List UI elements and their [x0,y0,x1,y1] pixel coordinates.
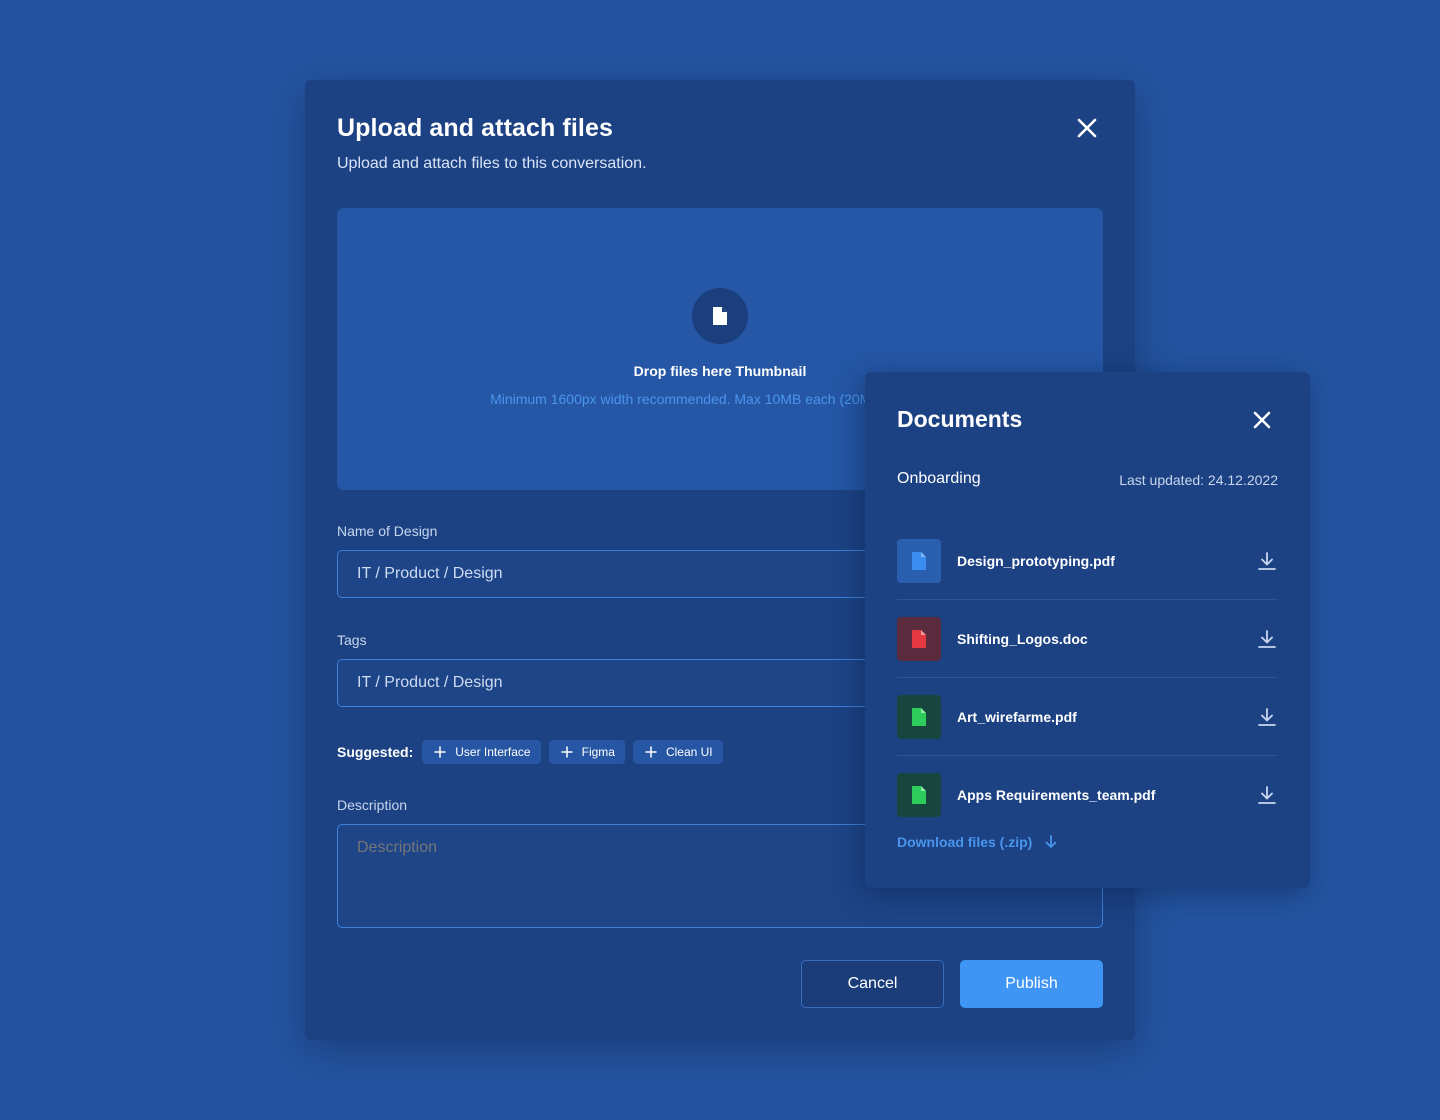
file-icon [713,307,727,325]
document-list: Design_prototyping.pdf Shifting_Logos.do… [897,522,1278,834]
file-icon [912,551,926,570]
document-name: Design_prototyping.pdf [957,552,1115,569]
file-thumb [897,773,941,817]
plus-icon [434,746,446,758]
file-thumb [897,694,941,739]
documents-panel: Documents Onboarding Last updated: 24.12… [865,372,1310,888]
plus-icon [645,746,657,758]
file-icon [912,707,926,726]
document-name: Shifting_Logos.doc [957,630,1088,647]
modal-subtitle: Upload and attach files to this conversa… [337,155,647,172]
suggested-chip-user-interface[interactable]: User Interface [422,740,541,764]
download-icon[interactable] [1256,784,1278,806]
dropzone-icon-circle [692,288,748,344]
documents-section-title: Onboarding [897,470,981,487]
last-updated-text: Last updated: 24.12.2022 [1119,472,1278,488]
name-field-label: Name of Design [337,523,438,539]
close-icon[interactable] [1246,404,1278,436]
suggested-chip-clean-ui[interactable]: Clean UI [632,740,723,764]
download-icon[interactable] [1256,628,1278,650]
suggested-chip-figma[interactable]: Figma [548,740,625,764]
tags-field-label: Tags [337,632,367,648]
suggested-label: Suggested: [337,744,414,760]
file-icon [912,629,926,648]
close-icon[interactable] [1071,112,1103,144]
arrow-down-icon [1045,835,1057,848]
document-row[interactable]: Art_wirefarme.pdf [897,678,1278,756]
document-row[interactable]: Apps Requirements_team.pdf [897,756,1278,834]
description-field-label: Description [337,797,408,813]
cancel-button[interactable]: Cancel [801,960,944,1008]
download-zip-link[interactable]: Download files (.zip) [897,834,1059,850]
file-thumb [897,616,941,661]
chip-label: User Interface [455,745,531,759]
document-name: Art_wirefarme.pdf [957,708,1077,725]
download-icon[interactable] [1256,550,1278,572]
documents-title: Documents [897,406,1023,432]
modal-title: Upload and attach files [337,114,613,142]
suggested-tags: Suggested: User Interface Figma Clean UI [337,740,731,764]
document-name: Apps Requirements_team.pdf [957,787,1156,803]
chip-label: Clean UI [665,745,713,759]
document-row[interactable]: Shifting_Logos.doc [897,600,1278,678]
download-zip-label: Download files (.zip) [897,834,1033,850]
document-row[interactable]: Design_prototyping.pdf [897,522,1278,600]
plus-icon [560,746,573,758]
download-icon[interactable] [1256,706,1278,728]
publish-button[interactable]: Publish [960,960,1103,1008]
chip-label: Figma [581,745,615,759]
file-thumb [897,538,941,583]
file-icon [912,786,926,804]
